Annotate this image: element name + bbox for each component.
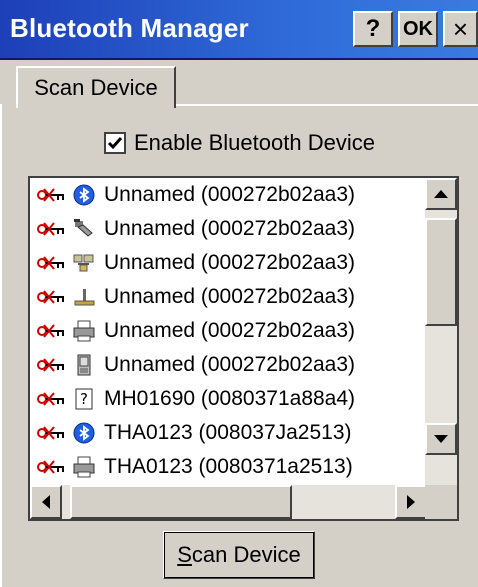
scrollbar-corner xyxy=(425,485,457,519)
scan-button-label: Scan Device xyxy=(177,542,301,567)
device-list-item[interactable]: Unnamed (000272b02aa3) xyxy=(30,246,427,280)
horizontal-scrollbar[interactable] xyxy=(30,485,427,519)
device-label: THA0123 (008037Ja2513) xyxy=(104,421,352,444)
tab-divider xyxy=(176,104,478,106)
device-label: Unnamed (000272b02aa3) xyxy=(104,353,356,376)
arrow-up-icon xyxy=(434,190,448,198)
close-button[interactable]: × xyxy=(443,11,478,47)
unpaired-key-icon xyxy=(36,219,70,239)
joystick-icon xyxy=(70,285,98,309)
pda-icon xyxy=(70,353,98,377)
title-bar: Bluetooth Manager ? OK × xyxy=(0,0,478,60)
device-list-item[interactable]: Unnamed (000272b02aa3) xyxy=(30,212,427,246)
ok-button[interactable]: OK xyxy=(398,11,438,47)
device-list-item[interactable]: Unnamed (000272b02aa3) xyxy=(30,348,427,382)
device-list-item[interactable]: THA0123 (0080371a2513) xyxy=(30,450,427,484)
device-list[interactable]: Unnamed (000272b02aa3) Unnamed (000272b02… xyxy=(30,178,427,485)
window-title: Bluetooth Manager xyxy=(10,13,249,43)
enable-bluetooth-row[interactable]: Enable Bluetooth Device xyxy=(104,128,375,158)
bluetooth-icon xyxy=(70,421,98,445)
network-icon xyxy=(70,251,98,275)
scroll-left-button[interactable] xyxy=(30,485,62,519)
printer-icon xyxy=(70,455,98,479)
device-list-item[interactable]: THA0123 (008037Ja2513) xyxy=(30,416,427,450)
arrow-left-icon xyxy=(42,495,50,509)
tab-strip: Scan Device xyxy=(0,60,478,108)
unpaired-key-icon xyxy=(36,185,70,205)
scroll-down-button[interactable] xyxy=(425,423,457,455)
device-label: MH01690 (0080371a88a4) xyxy=(104,387,356,410)
unpaired-key-icon xyxy=(36,321,70,341)
bluetooth-icon xyxy=(70,183,98,207)
vertical-scrollbar[interactable] xyxy=(425,178,457,485)
printer-icon xyxy=(70,319,98,343)
unpaired-key-icon xyxy=(36,253,70,273)
arrow-right-icon xyxy=(407,495,415,509)
unpaired-key-icon xyxy=(36,457,70,477)
unpaired-key-icon xyxy=(36,389,70,409)
scan-device-button[interactable]: Scan Device xyxy=(163,531,315,579)
unpaired-key-icon xyxy=(36,355,70,375)
svg-text:?: ? xyxy=(80,390,88,408)
device-listbox[interactable]: Unnamed (000272b02aa3) Unnamed (000272b02… xyxy=(28,176,459,521)
scroll-right-button[interactable] xyxy=(395,485,427,519)
device-label: Unnamed (000272b02aa3) xyxy=(104,217,356,240)
device-label: Unnamed (000272b02aa3) xyxy=(104,285,356,308)
device-label: THA0123 (0080371a2513) xyxy=(104,455,353,478)
device-label: Unnamed (000272b02aa3) xyxy=(104,183,356,206)
help-button[interactable]: ? xyxy=(353,11,393,47)
check-mark-icon xyxy=(107,137,123,150)
unpaired-key-icon xyxy=(36,287,70,307)
vertical-scroll-thumb[interactable] xyxy=(425,218,457,326)
device-label: Unnamed (000272b02aa3) xyxy=(104,319,356,342)
unknown-device-icon: ? xyxy=(70,387,98,411)
unpaired-key-icon xyxy=(36,423,70,443)
panel-border xyxy=(0,104,8,587)
device-list-item[interactable]: Unnamed (000272b02aa3) xyxy=(30,314,427,348)
horizontal-scroll-thumb[interactable] xyxy=(70,485,292,519)
device-list-item[interactable]: Unnamed (000272b02aa3) xyxy=(30,178,427,212)
device-list-item[interactable]: ? MH01690 (0080371a88a4) xyxy=(30,382,427,416)
scanner-icon xyxy=(70,217,98,241)
enable-bluetooth-label: Enable Bluetooth Device xyxy=(134,130,375,155)
device-label: Unnamed (000272b02aa3) xyxy=(104,251,356,274)
tab-scan-device[interactable]: Scan Device xyxy=(16,66,176,108)
device-list-item[interactable]: Unnamed (000272b02aa3) xyxy=(30,280,427,314)
scroll-up-button[interactable] xyxy=(425,178,457,210)
enable-bluetooth-checkbox[interactable] xyxy=(104,132,126,154)
arrow-down-icon xyxy=(434,435,448,443)
